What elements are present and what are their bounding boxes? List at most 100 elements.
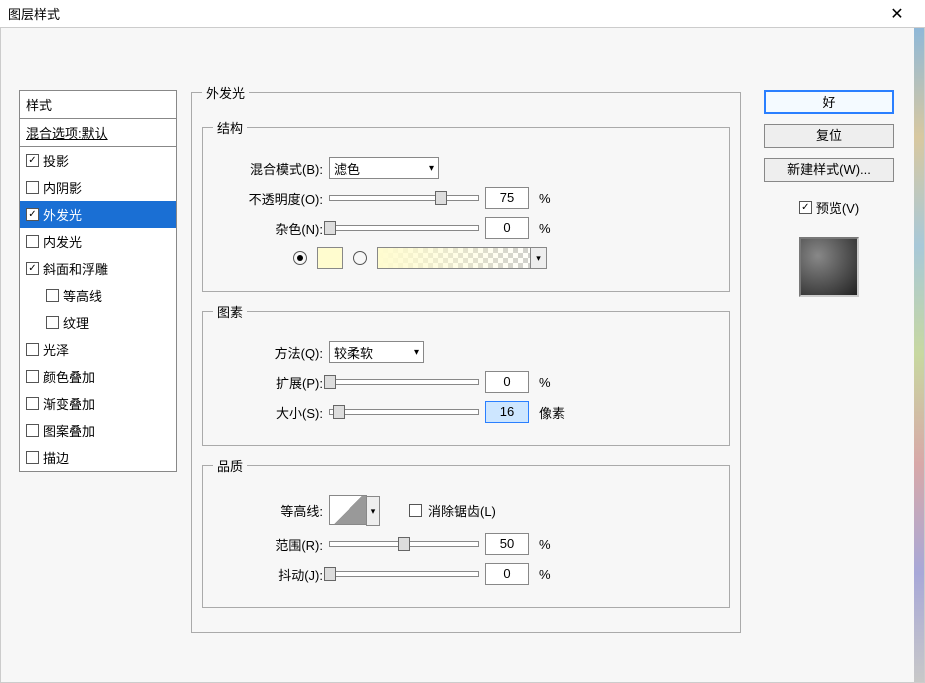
style-checkbox[interactable] [46,289,59,302]
structure-fieldset: 结构 混合模式(B): 滤色 ▾ 不透明度(O): 75 % 杂色(N): [202,118,730,292]
style-label: 光泽 [43,340,69,359]
jitter-input[interactable]: 0 [485,563,529,585]
gradient-swatch[interactable]: ▾ [377,247,547,269]
technique-label: 方法(Q): [213,343,323,362]
size-input[interactable]: 16 [485,401,529,423]
styles-panel: 样式 混合选项:默认 投影内阴影外发光内发光斜面和浮雕等高线纹理光泽颜色叠加渐变… [19,90,177,472]
dialog-body: 样式 混合选项:默认 投影内阴影外发光内发光斜面和浮雕等高线纹理光泽颜色叠加渐变… [0,28,925,683]
style-checkbox[interactable] [26,262,39,275]
style-item-3[interactable]: 内发光 [20,228,176,255]
style-item-8[interactable]: 颜色叠加 [20,363,176,390]
style-item-5[interactable]: 等高线 [20,282,176,309]
range-label: 范围(R): [213,535,323,554]
titlebar: 图层样式 ✕ [0,0,925,28]
noise-label: 杂色(N): [213,219,323,238]
style-label: 颜色叠加 [43,367,95,386]
style-checkbox[interactable] [26,235,39,248]
style-label: 渐变叠加 [43,394,95,413]
preview-checkbox[interactable] [799,201,812,214]
spread-label: 扩展(P): [213,373,323,392]
contour-picker[interactable]: ▾ [329,495,367,525]
antialias-checkbox[interactable] [409,504,422,517]
styles-header[interactable]: 样式 [20,91,176,119]
elements-legend: 图素 [213,302,247,321]
new-style-button[interactable]: 新建样式(W)... [764,158,894,182]
technique-combo[interactable]: 较柔软 ▾ [329,341,424,363]
quality-fieldset: 品质 等高线: ▾ 消除锯齿(L) 范围(R): 50 % 抖动(J): [202,456,730,608]
opacity-slider[interactable] [329,195,479,201]
structure-legend: 结构 [213,118,247,137]
size-unit: 像素 [539,403,565,422]
elements-fieldset: 图素 方法(Q): 较柔软 ▾ 扩展(P): 0 % 大小(S): [202,302,730,446]
outer-glow-fieldset: 外发光 结构 混合模式(B): 滤色 ▾ 不透明度(O): 75 % [191,83,741,633]
opacity-label: 不透明度(O): [213,189,323,208]
range-slider[interactable] [329,541,479,547]
style-checkbox[interactable] [26,154,39,167]
spread-slider[interactable] [329,379,479,385]
blend-default[interactable]: 混合选项:默认 [20,119,176,147]
style-item-0[interactable]: 投影 [20,147,176,174]
right-column: 好 复位 新建样式(W)... 预览(V) [759,90,899,297]
style-label: 等高线 [63,286,102,305]
style-label: 纹理 [63,313,89,332]
size-slider[interactable] [329,409,479,415]
style-item-11[interactable]: 描边 [20,444,176,471]
center-panel: 外发光 结构 混合模式(B): 滤色 ▾ 不透明度(O): 75 % [191,83,741,643]
style-item-7[interactable]: 光泽 [20,336,176,363]
blend-mode-label: 混合模式(B): [213,159,323,178]
noise-input[interactable]: 0 [485,217,529,239]
range-input[interactable]: 50 [485,533,529,555]
style-checkbox[interactable] [46,316,59,329]
noise-unit: % [539,221,551,236]
decorative-strip [914,28,924,682]
style-label: 斜面和浮雕 [43,259,108,278]
size-label: 大小(S): [213,403,323,422]
color-radio[interactable] [293,251,307,265]
style-item-9[interactable]: 渐变叠加 [20,390,176,417]
window-title: 图层样式 [8,4,877,23]
preview-label: 预览(V) [816,198,859,217]
style-label: 描边 [43,448,69,467]
style-checkbox[interactable] [26,424,39,437]
style-item-2[interactable]: 外发光 [20,201,176,228]
style-item-1[interactable]: 内阴影 [20,174,176,201]
section-title: 外发光 [202,83,249,102]
jitter-slider[interactable] [329,571,479,577]
opacity-input[interactable]: 75 [485,187,529,209]
technique-value: 较柔软 [334,343,373,362]
ok-button[interactable]: 好 [764,90,894,114]
style-checkbox[interactable] [26,370,39,383]
style-item-4[interactable]: 斜面和浮雕 [20,255,176,282]
style-label: 内阴影 [43,178,82,197]
style-checkbox[interactable] [26,181,39,194]
spread-input[interactable]: 0 [485,371,529,393]
reset-button[interactable]: 复位 [764,124,894,148]
blend-mode-combo[interactable]: 滤色 ▾ [329,157,439,179]
preview-thumbnail [799,237,859,297]
close-icon[interactable]: ✕ [877,4,917,24]
range-unit: % [539,537,551,552]
style-checkbox[interactable] [26,343,39,356]
style-checkbox[interactable] [26,397,39,410]
chevron-down-icon: ▾ [366,496,380,526]
gradient-radio[interactable] [353,251,367,265]
style-label: 图案叠加 [43,421,95,440]
style-label: 投影 [43,151,69,170]
style-label: 外发光 [43,205,82,224]
style-checkbox[interactable] [26,208,39,221]
jitter-unit: % [539,567,551,582]
spread-unit: % [539,375,551,390]
style-item-6[interactable]: 纹理 [20,309,176,336]
blend-mode-value: 滤色 [334,159,360,178]
chevron-down-icon: ▾ [530,248,546,268]
chevron-down-icon: ▾ [429,163,434,174]
quality-legend: 品质 [213,456,247,475]
color-swatch[interactable] [317,247,343,269]
opacity-unit: % [539,191,551,206]
antialias-label: 消除锯齿(L) [428,501,496,520]
style-checkbox[interactable] [26,451,39,464]
style-item-10[interactable]: 图案叠加 [20,417,176,444]
jitter-label: 抖动(J): [213,565,323,584]
contour-label: 等高线: [213,501,323,520]
noise-slider[interactable] [329,225,479,231]
